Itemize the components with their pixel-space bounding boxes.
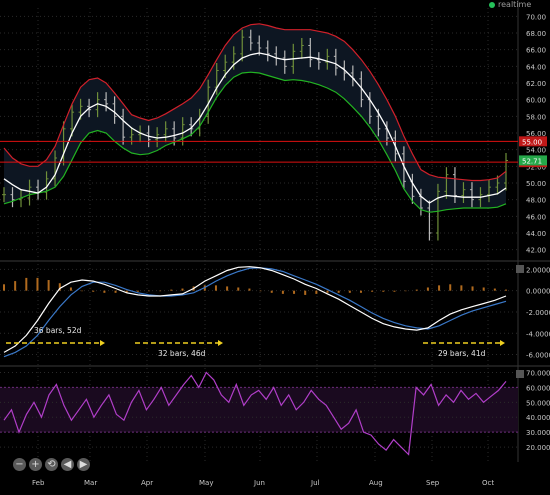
y-tick-label: 50.00 <box>526 180 546 188</box>
y-tick-label: 60.0000 <box>526 384 550 392</box>
y-tick-label: 58.00 <box>526 113 546 121</box>
status-dot-icon <box>489 2 495 8</box>
macd-histogram-bar <box>315 290 318 294</box>
macd-histogram-bar <box>382 290 385 292</box>
rsi-pane-settings-icon[interactable] <box>516 370 524 378</box>
macd-histogram-bar <box>426 287 429 291</box>
macd-histogram-bar <box>114 290 117 293</box>
x-tick-label: Jul <box>310 479 320 487</box>
x-tick-label: Sep <box>426 479 440 487</box>
macd-line <box>3 266 507 353</box>
macd-histogram-bar <box>69 287 72 291</box>
chart-canvas[interactable]: Feb Mar Apr May Jun Jul Aug Sep Oct 42.00 44.00 46.… <box>0 0 550 491</box>
macd-histogram-bar <box>281 290 284 294</box>
macd-histogram-bar <box>47 280 50 291</box>
status-label: realtime <box>498 0 532 9</box>
cycle-arrowhead <box>100 340 105 346</box>
zoom-in-button[interactable]: + <box>29 458 42 471</box>
y-tick-label: -6.0000 <box>526 352 550 360</box>
x-tick-label: May <box>199 479 213 487</box>
y-tick-label: 40.0000 <box>526 414 550 422</box>
macd-histogram-bar <box>92 290 95 292</box>
x-tick-label: Jun <box>253 479 265 487</box>
macd-histogram-bar <box>438 285 441 291</box>
macd-histogram-bar <box>393 290 396 292</box>
y-tick-label: 70.00 <box>526 13 546 21</box>
macd-histogram-bar <box>348 290 351 293</box>
x-tick-label: Aug <box>369 479 383 487</box>
macd-pane-settings-icon[interactable] <box>516 265 524 273</box>
macd-histogram-bar <box>181 288 184 291</box>
y-tick-label: 20.0000 <box>526 444 550 452</box>
macd-histogram-bar <box>326 290 329 293</box>
macd-histogram-bar <box>136 290 139 292</box>
x-tick-label: Oct <box>482 479 494 487</box>
macd-histogram-bar <box>359 290 362 293</box>
y-tick-label: -2.0000 <box>526 309 550 317</box>
macd-histogram-bar <box>248 288 251 291</box>
rsi-band-fill <box>0 387 518 433</box>
chart-window: Feb Mar Apr May Jun Jul Aug Sep Oct 42.00 44.00 46.… <box>0 0 550 491</box>
macd-histogram-bar <box>159 290 162 292</box>
last-price-label: 52.71 <box>522 157 542 165</box>
macd-histogram-bar <box>103 290 106 293</box>
y-tick-label: 2.0000 <box>526 266 550 274</box>
y-tick-label: 60.00 <box>526 97 546 105</box>
macd-histogram-bar <box>148 290 151 292</box>
y-tick-label: 30.0000 <box>526 429 550 437</box>
y-tick-label: 48.00 <box>526 197 546 205</box>
y-tick-label: 54.00 <box>526 147 546 155</box>
macd-histogram-bar <box>460 285 463 291</box>
macd-histogram-bar <box>371 290 374 292</box>
macd-histogram-bar <box>270 290 273 293</box>
macd-histogram-bar <box>449 284 452 291</box>
macd-histogram-bar <box>471 286 474 291</box>
y-tick-label: 62.00 <box>526 80 546 88</box>
cycle-label: 29 bars, 41d <box>438 349 486 358</box>
macd-histogram-bar <box>214 285 217 291</box>
macd-histogram-bar <box>337 290 340 293</box>
macd-histogram-bar <box>293 290 296 294</box>
level-label: 55.00 <box>522 138 542 146</box>
y-tick-label: 42.00 <box>526 247 546 255</box>
cycle-arrowhead <box>500 340 505 346</box>
macd-histogram-bar <box>170 289 173 291</box>
macd-histogram-bar <box>304 290 307 295</box>
pan-left-button[interactable]: ◀ <box>61 458 74 471</box>
macd-histogram-bar <box>237 287 240 291</box>
x-tick-label: Mar <box>84 479 97 487</box>
macd-histogram-bar <box>259 290 262 292</box>
macd-histogram-bar <box>415 289 418 291</box>
macd-histogram-bar <box>81 290 84 292</box>
x-tick-label: Feb <box>32 479 45 487</box>
pan-right-button[interactable]: ▶ <box>77 458 90 471</box>
y-tick-label: 46.00 <box>526 213 546 221</box>
cycle-arrowhead <box>218 340 223 346</box>
cycle-label: 36 bars, 52d <box>34 326 82 335</box>
zoom-out-button[interactable]: − <box>13 458 26 471</box>
y-tick-label: 70.0000 <box>526 369 550 377</box>
macd-histogram-bar <box>14 281 17 291</box>
macd-histogram-bar <box>36 277 39 291</box>
x-tick-label: Apr <box>141 479 153 487</box>
y-tick-label: 50.0000 <box>526 399 550 407</box>
macd-histogram-bar <box>3 284 5 291</box>
y-tick-label: 64.00 <box>526 63 546 71</box>
macd-histogram-bar <box>25 277 28 291</box>
y-tick-label: -4.0000 <box>526 330 550 338</box>
y-tick-label: 66.00 <box>526 47 546 55</box>
macd-histogram-bar <box>482 287 485 291</box>
y-tick-label: 68.00 <box>526 30 546 38</box>
cycle-label: 32 bars, 46d <box>158 349 206 358</box>
macd-histogram-bar <box>226 286 229 291</box>
macd-histogram-bar <box>505 289 507 291</box>
y-tick-label: 44.00 <box>526 230 546 238</box>
reset-button[interactable]: ⟲ <box>45 458 58 471</box>
macd-histogram-bar <box>493 288 496 291</box>
macd-histogram-bar <box>404 290 407 292</box>
y-tick-label: 0.0000 <box>526 288 550 296</box>
